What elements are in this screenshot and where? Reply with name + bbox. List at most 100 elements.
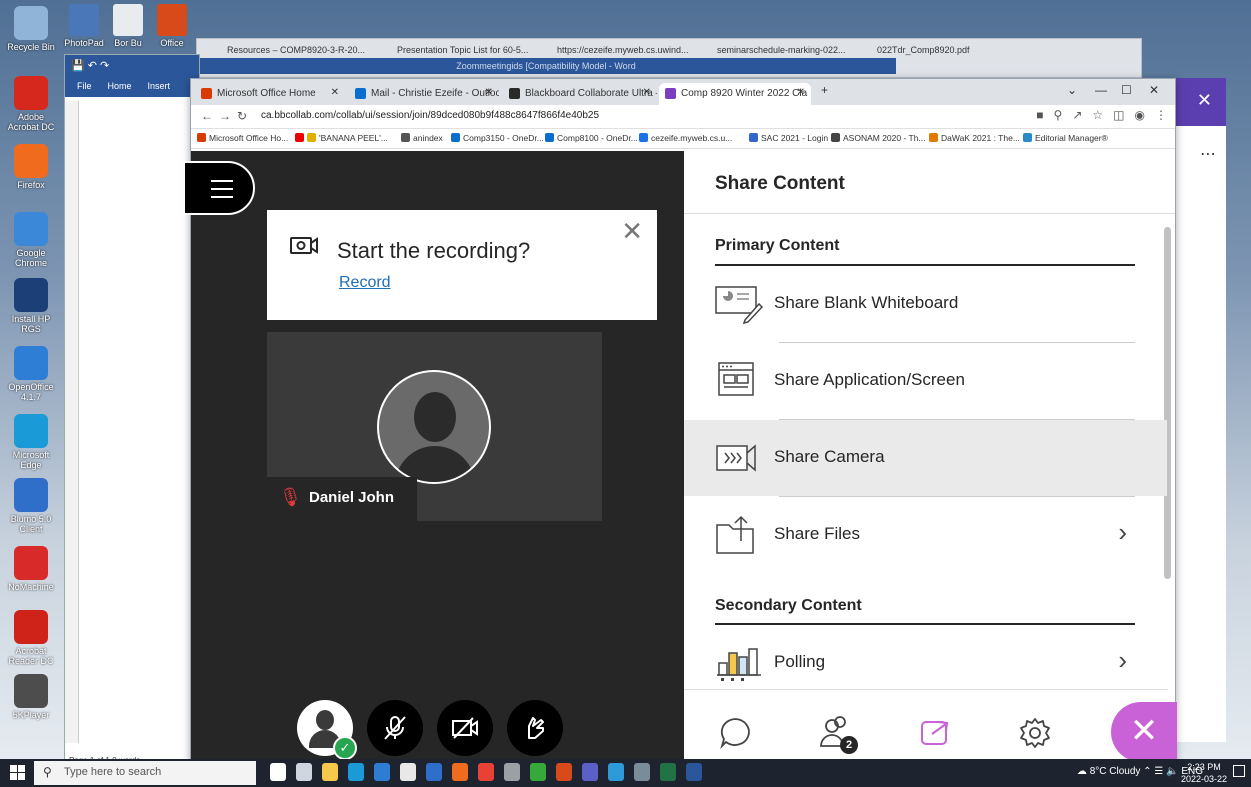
word-icon[interactable] bbox=[686, 763, 702, 781]
close-panel-button[interactable]: ✕ bbox=[1111, 702, 1177, 762]
chrome-icon[interactable] bbox=[478, 763, 494, 781]
openoffice-icon[interactable]: OpenOffice 4.1.7 bbox=[4, 346, 58, 402]
bookmark-item[interactable]: cezeife.myweb.cs.u... bbox=[639, 133, 732, 143]
taskbar-clock[interactable]: 2:23 PM 2022-03-22 bbox=[1181, 761, 1227, 785]
share-page-icon[interactable]: ↗ bbox=[1072, 108, 1082, 122]
bookmark-item[interactable]: SAC 2021 - Login bbox=[749, 133, 828, 143]
file-explorer-icon[interactable] bbox=[322, 763, 338, 781]
back-arrow-icon[interactable]: ← bbox=[201, 109, 213, 123]
close-icon[interactable]: ✕ bbox=[1170, 78, 1226, 126]
panel-title: Share Content bbox=[715, 173, 845, 194]
task-view-icon[interactable] bbox=[296, 763, 312, 781]
tab-collaborate[interactable]: Blackboard Collaborate Ultra – C ✕ bbox=[503, 83, 657, 105]
nomachine-icon[interactable]: NoMachine bbox=[4, 546, 58, 592]
bookmark-item[interactable]: Microsoft Office Ho... bbox=[197, 133, 288, 143]
firefox-icon[interactable]: Firefox bbox=[4, 144, 58, 190]
word-window[interactable]: 💾 ↶ ↷ File Home Insert Page 1 of 1 0 wor… bbox=[64, 54, 200, 774]
network-icon[interactable]: ☰ bbox=[1154, 766, 1163, 777]
raise-hand-button[interactable] bbox=[507, 700, 563, 756]
window-close-icon[interactable]: ✕ bbox=[1149, 83, 1159, 97]
tab-outlook-mail[interactable]: Mail - Christie Ezeife - Outlook ✕ bbox=[349, 83, 499, 105]
desk-glyph bbox=[113, 4, 143, 36]
profile-avatar-icon[interactable]: ◉ bbox=[1135, 108, 1145, 122]
session-menu-button[interactable] bbox=[183, 161, 255, 215]
mail-icon[interactable] bbox=[374, 763, 390, 781]
office-icon[interactable]: Office bbox=[150, 4, 194, 48]
photopad-icon[interactable]: PhotoPad bbox=[62, 4, 106, 48]
taskbar-search-box[interactable]: ⚲ Type here to search bbox=[34, 761, 256, 785]
minimize-icon[interactable]: — bbox=[1095, 83, 1107, 97]
bookmark-item[interactable]: anindex bbox=[401, 133, 443, 143]
side-panel-icon[interactable]: ◫ bbox=[1113, 108, 1124, 122]
desk-label: PhotoPad bbox=[64, 38, 104, 48]
hp-rgs-icon[interactable]: Install HP RGS bbox=[4, 278, 58, 334]
notifications-icon[interactable] bbox=[1233, 765, 1245, 777]
bookmark-item[interactable]: Comp8100 - OneDr... bbox=[545, 133, 638, 143]
bookmark-item[interactable]: ASONAM 2020 - Th... bbox=[831, 133, 926, 143]
recycle-bin-icon[interactable]: Recycle Bin bbox=[4, 6, 58, 52]
bookmark-item[interactable]: Editorial Manager® bbox=[1023, 133, 1108, 143]
browser-window[interactable]: Microsoft Office Home ✕ Mail - Christie E… bbox=[183, 78, 1177, 771]
app-icon[interactable] bbox=[530, 763, 546, 781]
new-tab-button[interactable]: + bbox=[821, 83, 828, 97]
app-icon[interactable] bbox=[634, 763, 650, 781]
acrobat-dc-icon[interactable]: Adobe Acrobat DC bbox=[4, 76, 58, 132]
my-status-button[interactable]: ✓ bbox=[297, 700, 357, 760]
bookmark-item[interactable]: Comp3150 - OneDr... bbox=[451, 133, 544, 143]
zoom-icon[interactable]: ⚲ bbox=[1054, 108, 1063, 122]
edge-icon[interactable] bbox=[348, 763, 364, 781]
share-files-item[interactable]: Share Files › bbox=[684, 497, 1167, 573]
tab-office-home[interactable]: Microsoft Office Home ✕ bbox=[195, 83, 345, 105]
word-menu-file[interactable]: File bbox=[77, 81, 92, 93]
bookmark-item[interactable]: 'BANANA PEEL'... bbox=[295, 133, 388, 143]
app-icon[interactable] bbox=[608, 763, 624, 781]
camera-in-use-icon[interactable]: ■ bbox=[1036, 108, 1043, 122]
share-camera-item[interactable]: Share Camera bbox=[684, 420, 1167, 496]
bookmark-item[interactable]: DaWaK 2021 : The... bbox=[929, 133, 1020, 143]
tray-chevron-icon[interactable]: ⌃ bbox=[1143, 766, 1151, 777]
tab-close-icon[interactable]: ✕ bbox=[331, 87, 339, 98]
close-icon[interactable]: ✕ bbox=[621, 216, 643, 247]
word-menu-home[interactable]: Home bbox=[108, 81, 132, 93]
tab-comp8920-active[interactable]: Comp 8920 Winter 2022 Cla ✕ bbox=[659, 83, 811, 105]
share-application-item[interactable]: Share Application/Screen bbox=[684, 343, 1167, 419]
desk-glyph bbox=[157, 4, 187, 36]
app-icon[interactable] bbox=[504, 763, 520, 781]
blumo-client-icon[interactable]: Blumo 5.0 Client bbox=[4, 478, 58, 534]
reload-icon[interactable]: ↻ bbox=[237, 109, 247, 123]
share-whiteboard-item[interactable]: Share Blank Whiteboard bbox=[684, 266, 1167, 342]
browser-menu-icon[interactable]: ⋮ bbox=[1155, 108, 1167, 122]
tab-close-icon[interactable]: ✕ bbox=[643, 87, 651, 98]
weather-text[interactable]: 8°C Cloudy bbox=[1090, 766, 1141, 777]
chrome-icon[interactable]: Google Chrome bbox=[4, 212, 58, 268]
windows-start-icon[interactable] bbox=[10, 765, 26, 781]
forward-arrow-icon[interactable]: → bbox=[219, 109, 231, 123]
teams-icon[interactable] bbox=[582, 763, 598, 781]
url-field[interactable]: ca.bbcollab.com/collab/ui/session/join/8… bbox=[261, 110, 599, 121]
document-icon[interactable]: Bor Bu bbox=[106, 4, 150, 48]
acrobat-reader-icon[interactable]: Acrobat Reader DC bbox=[4, 610, 58, 666]
office-icon[interactable] bbox=[556, 763, 572, 781]
edge-icon[interactable]: Microsoft Edge bbox=[4, 414, 58, 470]
bookmark-label: Editorial Manager® bbox=[1035, 133, 1108, 143]
excel-icon[interactable] bbox=[660, 763, 676, 781]
tab-search-icon[interactable]: ⌄ bbox=[1067, 83, 1077, 97]
word-menu-insert[interactable]: Insert bbox=[148, 81, 171, 93]
tab-close-icon[interactable]: ✕ bbox=[485, 87, 493, 98]
microphone-button[interactable] bbox=[367, 700, 423, 756]
participant-name-plate: 🎙 Daniel John bbox=[267, 477, 417, 521]
weather-icon[interactable]: ☁ bbox=[1077, 766, 1087, 777]
record-link[interactable]: Record bbox=[339, 274, 391, 292]
firefox-icon[interactable] bbox=[452, 763, 468, 781]
settings-icon[interactable] bbox=[400, 763, 416, 781]
app-icon[interactable] bbox=[426, 763, 442, 781]
cortana-icon[interactable] bbox=[270, 763, 286, 781]
5kplayer-icon[interactable]: 5KPlayer bbox=[4, 674, 58, 720]
camera-button[interactable] bbox=[437, 700, 493, 756]
more-options-icon[interactable]: ⋯ bbox=[1170, 126, 1226, 164]
session-stage: Start the recording? Record ✕ 🎙 Daniel J… bbox=[183, 151, 684, 770]
tab-close-icon[interactable]: ✕ bbox=[797, 87, 805, 98]
volume-icon[interactable]: 🔈 bbox=[1166, 766, 1178, 777]
maximize-icon[interactable]: ☐ bbox=[1121, 83, 1132, 97]
bookmark-star-icon[interactable]: ☆ bbox=[1092, 108, 1103, 122]
